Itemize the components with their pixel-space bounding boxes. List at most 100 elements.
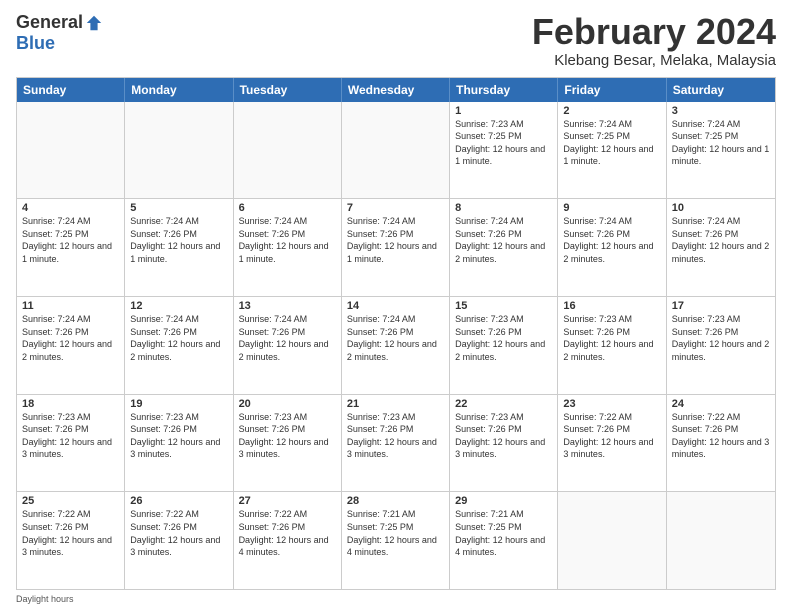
calendar-row-4: 25Sunrise: 7:22 AMSunset: 7:26 PMDayligh… bbox=[17, 491, 775, 589]
day-number: 13 bbox=[239, 300, 336, 312]
cal-cell: 16Sunrise: 7:23 AMSunset: 7:26 PMDayligh… bbox=[558, 297, 666, 394]
calendar-body: 1Sunrise: 7:23 AMSunset: 7:25 PMDaylight… bbox=[17, 102, 775, 589]
header-day-wednesday: Wednesday bbox=[342, 78, 450, 102]
cal-cell: 1Sunrise: 7:23 AMSunset: 7:25 PMDaylight… bbox=[450, 102, 558, 199]
cal-cell bbox=[342, 102, 450, 199]
day-number: 25 bbox=[22, 495, 119, 507]
day-info: Sunrise: 7:24 AMSunset: 7:26 PMDaylight:… bbox=[347, 215, 444, 265]
day-number: 27 bbox=[239, 495, 336, 507]
cal-cell bbox=[234, 102, 342, 199]
day-info: Sunrise: 7:24 AMSunset: 7:26 PMDaylight:… bbox=[239, 215, 336, 265]
day-info: Sunrise: 7:24 AMSunset: 7:26 PMDaylight:… bbox=[22, 313, 119, 363]
cal-cell: 14Sunrise: 7:24 AMSunset: 7:26 PMDayligh… bbox=[342, 297, 450, 394]
day-info: Sunrise: 7:24 AMSunset: 7:26 PMDaylight:… bbox=[239, 313, 336, 363]
month-title: February 2024 bbox=[532, 12, 776, 52]
header: General Blue February 2024 Klebang Besar… bbox=[16, 12, 776, 69]
header-day-tuesday: Tuesday bbox=[234, 78, 342, 102]
day-info: Sunrise: 7:24 AMSunset: 7:26 PMDaylight:… bbox=[130, 215, 227, 265]
day-number: 10 bbox=[672, 202, 770, 214]
day-info: Sunrise: 7:22 AMSunset: 7:26 PMDaylight:… bbox=[22, 508, 119, 558]
cal-cell: 28Sunrise: 7:21 AMSunset: 7:25 PMDayligh… bbox=[342, 492, 450, 589]
day-number: 26 bbox=[130, 495, 227, 507]
header-day-sunday: Sunday bbox=[17, 78, 125, 102]
day-info: Sunrise: 7:24 AMSunset: 7:25 PMDaylight:… bbox=[672, 118, 770, 168]
day-number: 28 bbox=[347, 495, 444, 507]
day-number: 11 bbox=[22, 300, 119, 312]
page: General Blue February 2024 Klebang Besar… bbox=[0, 0, 792, 612]
day-info: Sunrise: 7:23 AMSunset: 7:26 PMDaylight:… bbox=[239, 411, 336, 461]
header-day-friday: Friday bbox=[558, 78, 666, 102]
day-info: Sunrise: 7:24 AMSunset: 7:26 PMDaylight:… bbox=[672, 215, 770, 265]
day-info: Sunrise: 7:22 AMSunset: 7:26 PMDaylight:… bbox=[130, 508, 227, 558]
header-day-saturday: Saturday bbox=[667, 78, 775, 102]
calendar-row-2: 11Sunrise: 7:24 AMSunset: 7:26 PMDayligh… bbox=[17, 296, 775, 394]
day-number: 23 bbox=[563, 398, 660, 410]
day-number: 18 bbox=[22, 398, 119, 410]
cal-cell: 26Sunrise: 7:22 AMSunset: 7:26 PMDayligh… bbox=[125, 492, 233, 589]
day-number: 21 bbox=[347, 398, 444, 410]
day-number: 29 bbox=[455, 495, 552, 507]
cal-cell: 13Sunrise: 7:24 AMSunset: 7:26 PMDayligh… bbox=[234, 297, 342, 394]
day-number: 6 bbox=[239, 202, 336, 214]
calendar: SundayMondayTuesdayWednesdayThursdayFrid… bbox=[16, 77, 776, 590]
cal-cell: 8Sunrise: 7:24 AMSunset: 7:26 PMDaylight… bbox=[450, 199, 558, 296]
day-info: Sunrise: 7:22 AMSunset: 7:26 PMDaylight:… bbox=[239, 508, 336, 558]
day-info: Sunrise: 7:24 AMSunset: 7:26 PMDaylight:… bbox=[455, 215, 552, 265]
day-number: 7 bbox=[347, 202, 444, 214]
day-info: Sunrise: 7:24 AMSunset: 7:26 PMDaylight:… bbox=[347, 313, 444, 363]
calendar-row-3: 18Sunrise: 7:23 AMSunset: 7:26 PMDayligh… bbox=[17, 394, 775, 492]
day-info: Sunrise: 7:23 AMSunset: 7:26 PMDaylight:… bbox=[22, 411, 119, 461]
cal-cell: 29Sunrise: 7:21 AMSunset: 7:25 PMDayligh… bbox=[450, 492, 558, 589]
cal-cell: 24Sunrise: 7:22 AMSunset: 7:26 PMDayligh… bbox=[667, 395, 775, 492]
cal-cell: 4Sunrise: 7:24 AMSunset: 7:25 PMDaylight… bbox=[17, 199, 125, 296]
day-info: Sunrise: 7:22 AMSunset: 7:26 PMDaylight:… bbox=[563, 411, 660, 461]
cal-cell: 23Sunrise: 7:22 AMSunset: 7:26 PMDayligh… bbox=[558, 395, 666, 492]
cal-cell: 25Sunrise: 7:22 AMSunset: 7:26 PMDayligh… bbox=[17, 492, 125, 589]
day-info: Sunrise: 7:23 AMSunset: 7:26 PMDaylight:… bbox=[563, 313, 660, 363]
header-day-monday: Monday bbox=[125, 78, 233, 102]
cal-cell: 2Sunrise: 7:24 AMSunset: 7:25 PMDaylight… bbox=[558, 102, 666, 199]
day-number: 22 bbox=[455, 398, 552, 410]
cal-cell: 3Sunrise: 7:24 AMSunset: 7:25 PMDaylight… bbox=[667, 102, 775, 199]
cal-cell: 10Sunrise: 7:24 AMSunset: 7:26 PMDayligh… bbox=[667, 199, 775, 296]
day-number: 16 bbox=[563, 300, 660, 312]
day-number: 12 bbox=[130, 300, 227, 312]
cal-cell bbox=[17, 102, 125, 199]
day-info: Sunrise: 7:24 AMSunset: 7:26 PMDaylight:… bbox=[563, 215, 660, 265]
day-number: 1 bbox=[455, 105, 552, 117]
daylight-label: Daylight hours bbox=[16, 594, 74, 604]
cal-cell: 11Sunrise: 7:24 AMSunset: 7:26 PMDayligh… bbox=[17, 297, 125, 394]
day-number: 4 bbox=[22, 202, 119, 214]
cal-cell bbox=[558, 492, 666, 589]
day-number: 9 bbox=[563, 202, 660, 214]
day-info: Sunrise: 7:23 AMSunset: 7:26 PMDaylight:… bbox=[672, 313, 770, 363]
day-number: 3 bbox=[672, 105, 770, 117]
cal-cell: 6Sunrise: 7:24 AMSunset: 7:26 PMDaylight… bbox=[234, 199, 342, 296]
day-number: 20 bbox=[239, 398, 336, 410]
day-info: Sunrise: 7:23 AMSunset: 7:26 PMDaylight:… bbox=[347, 411, 444, 461]
cal-cell: 20Sunrise: 7:23 AMSunset: 7:26 PMDayligh… bbox=[234, 395, 342, 492]
logo-general: General bbox=[16, 12, 83, 33]
logo-blue-text: Blue bbox=[16, 33, 55, 54]
day-number: 14 bbox=[347, 300, 444, 312]
day-info: Sunrise: 7:21 AMSunset: 7:25 PMDaylight:… bbox=[347, 508, 444, 558]
cal-cell: 17Sunrise: 7:23 AMSunset: 7:26 PMDayligh… bbox=[667, 297, 775, 394]
cal-cell: 19Sunrise: 7:23 AMSunset: 7:26 PMDayligh… bbox=[125, 395, 233, 492]
day-number: 8 bbox=[455, 202, 552, 214]
title-block: February 2024 Klebang Besar, Melaka, Mal… bbox=[532, 12, 776, 69]
day-number: 2 bbox=[563, 105, 660, 117]
daylight-legend: Daylight hours bbox=[16, 594, 74, 604]
cal-cell: 12Sunrise: 7:24 AMSunset: 7:26 PMDayligh… bbox=[125, 297, 233, 394]
cal-cell: 21Sunrise: 7:23 AMSunset: 7:26 PMDayligh… bbox=[342, 395, 450, 492]
day-info: Sunrise: 7:24 AMSunset: 7:25 PMDaylight:… bbox=[22, 215, 119, 265]
day-info: Sunrise: 7:23 AMSunset: 7:26 PMDaylight:… bbox=[455, 313, 552, 363]
day-info: Sunrise: 7:23 AMSunset: 7:25 PMDaylight:… bbox=[455, 118, 552, 168]
calendar-header: SundayMondayTuesdayWednesdayThursdayFrid… bbox=[17, 78, 775, 102]
cal-cell: 9Sunrise: 7:24 AMSunset: 7:26 PMDaylight… bbox=[558, 199, 666, 296]
day-number: 15 bbox=[455, 300, 552, 312]
cal-cell: 18Sunrise: 7:23 AMSunset: 7:26 PMDayligh… bbox=[17, 395, 125, 492]
day-info: Sunrise: 7:24 AMSunset: 7:25 PMDaylight:… bbox=[563, 118, 660, 168]
day-number: 5 bbox=[130, 202, 227, 214]
logo-icon bbox=[85, 14, 103, 32]
cal-cell bbox=[125, 102, 233, 199]
